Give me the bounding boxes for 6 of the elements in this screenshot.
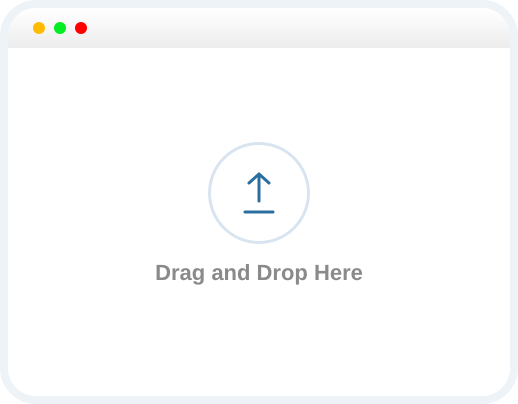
drop-zone-label: Drag and Drop Here [155, 260, 363, 286]
upload-icon [242, 171, 276, 215]
window-control-dot[interactable] [54, 22, 66, 34]
window-control-dot[interactable] [75, 22, 87, 34]
upload-drop-target[interactable] [208, 142, 310, 244]
window-control-dot[interactable] [33, 22, 45, 34]
